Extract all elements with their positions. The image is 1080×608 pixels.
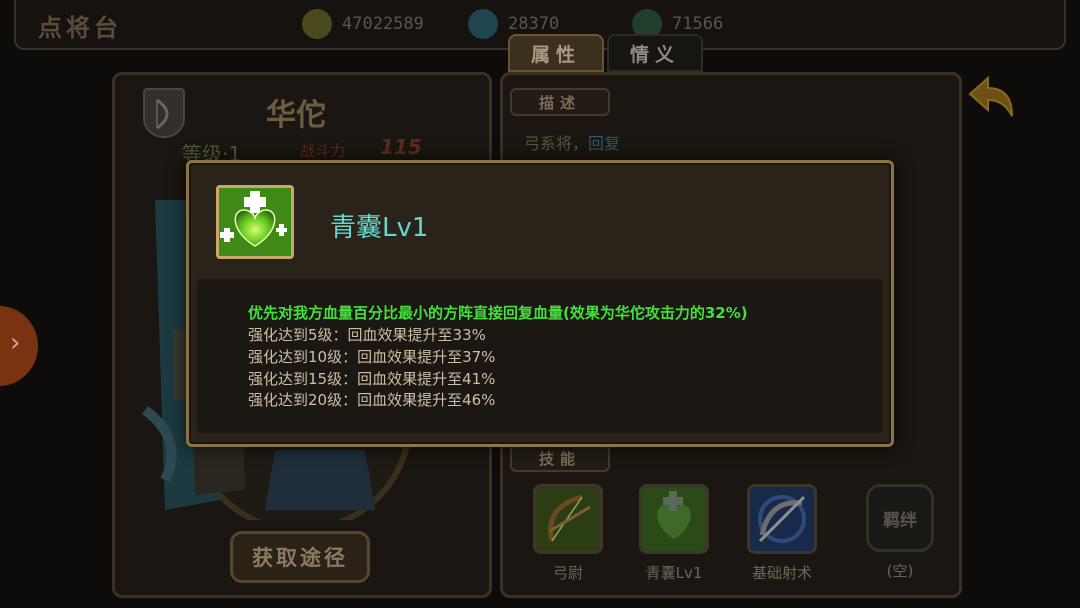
tab-attributes[interactable]: 属性 xyxy=(508,34,604,72)
crossbow-icon xyxy=(747,484,817,554)
skill-slot-3[interactable]: 基础射术 xyxy=(744,484,820,583)
gold-value: 47022589 xyxy=(342,14,424,34)
upgrade-line-2: 强化达到10级：回血效果提升至37% xyxy=(248,348,496,366)
skills-header: 技能 xyxy=(510,444,610,472)
popup-title: 青囊Lv1 xyxy=(330,213,429,243)
upgrade-line-4: 强化达到20级：回血效果提升至46% xyxy=(248,391,496,409)
upgrade-line-3: 强化达到15级：回血效果提升至41% xyxy=(248,370,496,388)
skill-label: 青囊Lv1 xyxy=(645,564,703,582)
side-drawer-handle[interactable]: › xyxy=(0,306,38,386)
gem-icon xyxy=(468,9,498,39)
skill-label: 基础射术 xyxy=(751,564,812,582)
heart-heal-icon xyxy=(639,484,709,554)
skill-slot-4[interactable]: 羁绊 (空) xyxy=(862,484,938,581)
acquire-path-button[interactable]: 获取途径 xyxy=(230,531,370,583)
skill-label: 弓尉 xyxy=(552,564,583,582)
class-text: 弓系将， xyxy=(524,134,589,153)
description-header: 描述 xyxy=(510,88,610,116)
effect-main-text: 优先对我方血量百分比最小的方阵直接回复血量(效果为华佗攻击力的32%) xyxy=(248,304,748,322)
leaf-value: 71566 xyxy=(672,14,724,34)
skill-label: (空) xyxy=(886,562,914,580)
gold-resource: 47022589 xyxy=(302,9,424,39)
description-text: 弓系将，回复 xyxy=(524,130,620,154)
power-label: 战斗力 xyxy=(300,142,346,160)
bond-empty-icon: 羁绊 xyxy=(866,484,934,552)
upgrade-line-1: 强化达到5级：回血效果提升至33% xyxy=(248,326,486,344)
hero-name: 华佗 xyxy=(266,98,326,133)
power-value: 115 xyxy=(380,135,422,159)
bow-icon xyxy=(533,484,603,554)
skill-slot-2[interactable]: 青囊Lv1 xyxy=(636,484,712,583)
heart-heal-icon xyxy=(216,185,294,259)
hero-class-badge xyxy=(143,88,185,138)
bow-class-icon xyxy=(156,98,169,130)
chevron-right-icon: › xyxy=(10,328,21,358)
gem-value: 28370 xyxy=(508,14,560,34)
page-title: 点将台 xyxy=(38,14,122,42)
back-arrow-icon[interactable] xyxy=(966,74,1018,126)
heal-text: 回复 xyxy=(588,134,621,153)
coin-icon xyxy=(302,9,332,39)
skill-slot-1[interactable]: 弓尉 xyxy=(530,484,606,583)
tab-bonds[interactable]: 情义 xyxy=(607,34,703,72)
